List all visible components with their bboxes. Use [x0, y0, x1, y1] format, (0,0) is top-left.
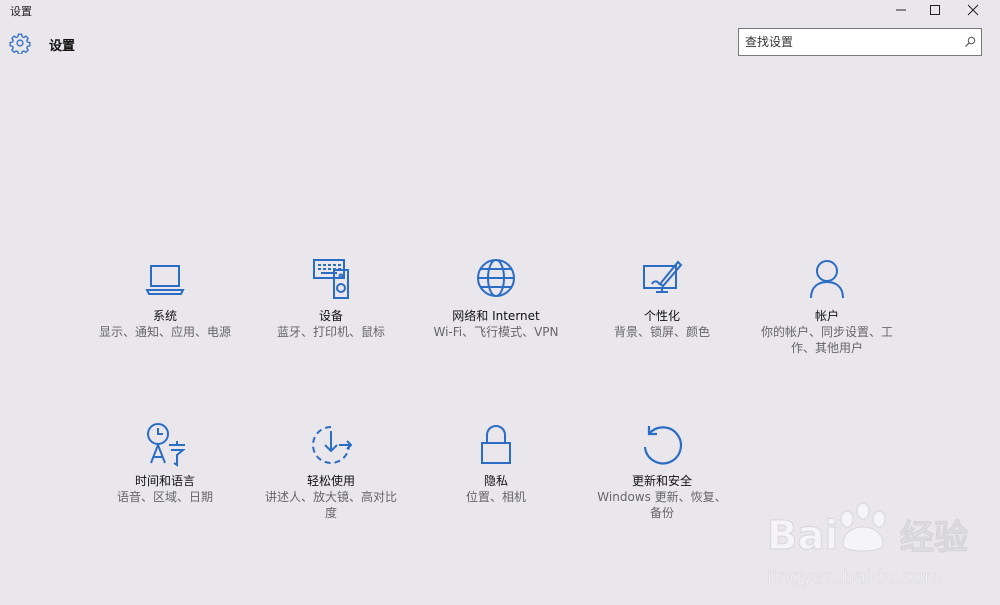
tile-description: 位置、相机 — [465, 490, 526, 504]
svg-text:jingyan.baidu.com: jingyan.baidu.com — [766, 566, 942, 588]
time-language-icon — [141, 421, 189, 469]
tile-name: 轻松使用 — [306, 474, 355, 488]
ease-of-access-icon — [307, 421, 355, 469]
tile-network[interactable]: 网络和 Internet Wi-Fi、飞行模式、VPN — [406, 256, 586, 340]
tile-description: 蓝牙、打印机、鼠标 — [276, 325, 385, 339]
tile-update-security[interactable]: 更新和安全 Windows 更新、恢复、备份 — [572, 421, 752, 521]
tile-name: 更新和安全 — [631, 474, 692, 488]
tile-personalization[interactable]: 个性化 背景、锁屏、颜色 — [572, 256, 752, 340]
person-icon — [803, 256, 851, 304]
tile-system[interactable]: 系统 显示、通知、应用、电源 — [75, 256, 255, 340]
tile-name: 设备 — [318, 309, 343, 323]
baidu-watermark-logo: Bai 经验 jingyan.baidu.com — [765, 495, 995, 595]
tile-name: 网络和 Internet — [452, 309, 540, 323]
update-icon — [638, 421, 686, 469]
svg-text:Bai: Bai — [767, 513, 838, 559]
search-box[interactable] — [738, 28, 982, 56]
tile-description: 显示、通知、应用、电源 — [98, 325, 231, 339]
tile-time-language[interactable]: 时间和语言 语音、区域、日期 — [75, 421, 255, 505]
tile-privacy[interactable]: 隐私 位置、相机 — [406, 421, 586, 505]
tile-name: 帐户 — [814, 309, 839, 323]
globe-icon — [472, 256, 520, 304]
tile-name: 系统 — [152, 309, 177, 323]
gear-icon — [9, 33, 31, 54]
minimize-button[interactable] — [884, 0, 918, 20]
svg-text:经验: 经验 — [900, 518, 968, 558]
search-icon[interactable] — [964, 36, 976, 48]
title-bar: 设置 — [0, 0, 1000, 22]
tile-description: Windows 更新、恢复、备份 — [597, 490, 727, 520]
close-button[interactable] — [956, 0, 990, 20]
lock-icon — [472, 421, 520, 469]
devices-icon — [307, 256, 355, 304]
maximize-button[interactable] — [918, 0, 952, 20]
tile-description: 语音、区域、日期 — [116, 490, 213, 504]
tile-description: 讲述人、放大镜、高对比度 — [264, 490, 397, 520]
tile-description: Wi-Fi、飞行模式、VPN — [433, 325, 559, 339]
minimize-icon — [896, 9, 906, 11]
tile-devices[interactable]: 设备 蓝牙、打印机、鼠标 — [241, 256, 421, 340]
close-icon — [967, 4, 979, 16]
laptop-icon — [141, 256, 189, 304]
tile-description: 你的帐户、同步设置、工作、其他用户 — [760, 325, 893, 355]
page-title: 设置 — [49, 39, 76, 54]
maximize-icon — [930, 5, 940, 15]
personalize-icon — [638, 256, 686, 304]
tile-name: 隐私 — [483, 474, 508, 488]
window-title: 设置 — [10, 5, 32, 18]
tile-ease-of-access[interactable]: 轻松使用 讲述人、放大镜、高对比度 — [241, 421, 421, 521]
tile-name: 个性化 — [643, 309, 680, 323]
tile-description: 背景、锁屏、颜色 — [613, 325, 710, 339]
search-input[interactable] — [745, 32, 955, 52]
tile-accounts[interactable]: 帐户 你的帐户、同步设置、工作、其他用户 — [737, 256, 917, 356]
tile-name: 时间和语言 — [134, 474, 195, 488]
